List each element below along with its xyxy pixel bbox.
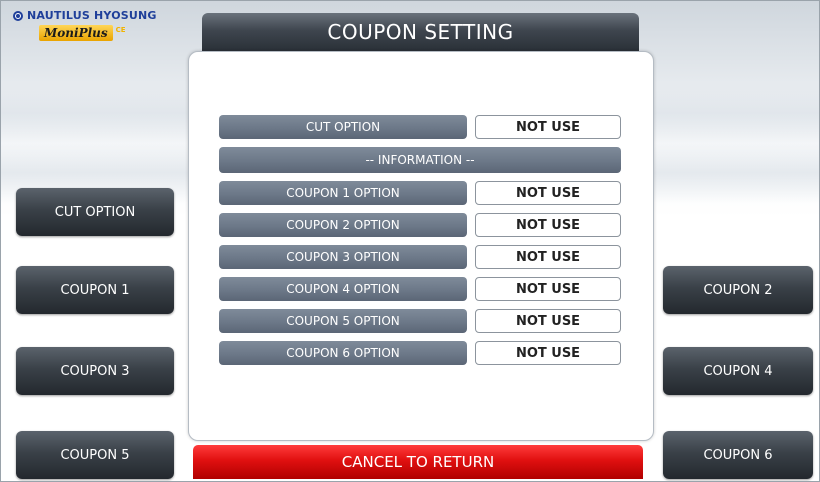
atm-screen: NAUTILUS HYOSUNG MoniPlus CE COUPON SETT…	[0, 0, 820, 482]
coupon-4-option-value: NOT USE	[475, 277, 621, 301]
product-suffix: CE	[115, 26, 126, 34]
company-label: NAUTILUS HYOSUNG	[27, 9, 157, 22]
brand-logo: NAUTILUS HYOSUNG MoniPlus CE	[13, 9, 173, 41]
product-label: MoniPlus	[39, 25, 113, 41]
coupon-6-option-value: NOT USE	[475, 341, 621, 365]
coupon-5-option-value: NOT USE	[475, 309, 621, 333]
cancel-to-return-button[interactable]: CANCEL TO RETURN	[193, 445, 643, 479]
coupon-3-option-value: NOT USE	[475, 245, 621, 269]
coupon-1-button[interactable]: COUPON 1	[16, 266, 174, 314]
product-logo: MoniPlus CE	[39, 25, 126, 41]
coupon-4-button[interactable]: COUPON 4	[663, 347, 813, 395]
cut-option-label: CUT OPTION	[219, 115, 467, 139]
coupon-6-button[interactable]: COUPON 6	[663, 431, 813, 479]
company-name: NAUTILUS HYOSUNG	[13, 9, 173, 22]
coupon-3-option-label: COUPON 3 OPTION	[219, 245, 467, 269]
cut-option-value: NOT USE	[475, 115, 621, 139]
page-title: COUPON SETTING	[202, 13, 639, 51]
coupon-1-option-label: COUPON 1 OPTION	[219, 181, 467, 205]
coupon-6-option-label: COUPON 6 OPTION	[219, 341, 467, 365]
cut-option-button[interactable]: CUT OPTION	[16, 188, 174, 236]
coupon-1-option-value: NOT USE	[475, 181, 621, 205]
globe-icon	[13, 10, 23, 21]
information-header: -- INFORMATION --	[219, 147, 621, 173]
coupon-5-option-label: COUPON 5 OPTION	[219, 309, 467, 333]
coupon-5-button[interactable]: COUPON 5	[16, 431, 174, 479]
coupon-2-option-label: COUPON 2 OPTION	[219, 213, 467, 237]
coupon-4-option-label: COUPON 4 OPTION	[219, 277, 467, 301]
coupon-3-button[interactable]: COUPON 3	[16, 347, 174, 395]
coupon-2-option-value: NOT USE	[475, 213, 621, 237]
coupon-2-button[interactable]: COUPON 2	[663, 266, 813, 314]
